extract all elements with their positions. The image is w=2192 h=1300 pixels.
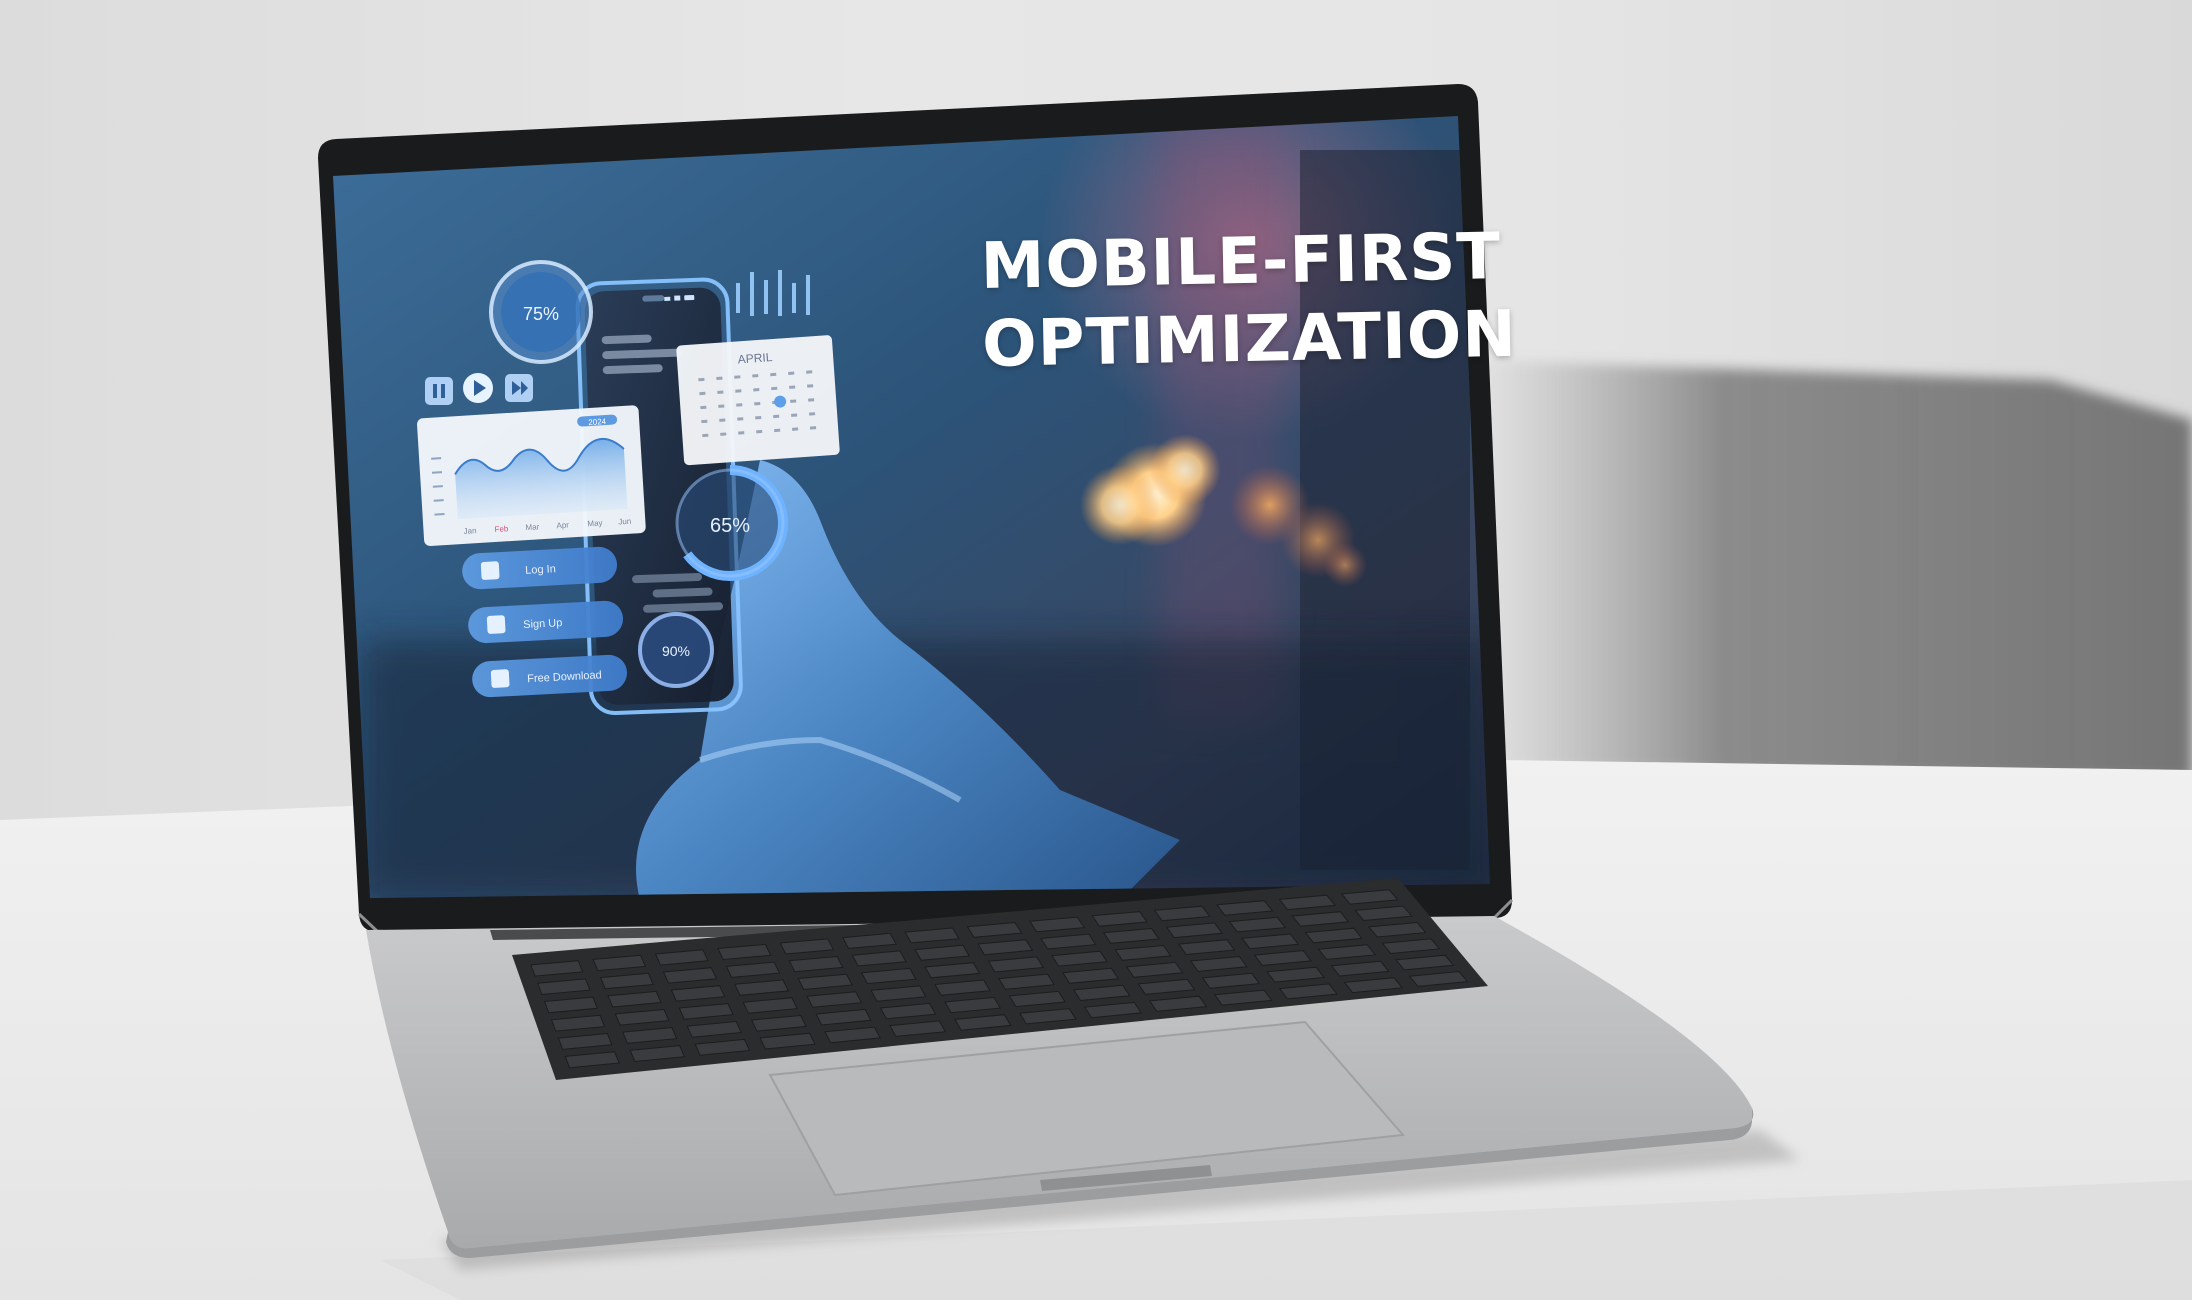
calendar-day (737, 417, 744, 421)
chart-month-label: Jan (463, 526, 476, 536)
calendar-day (698, 377, 705, 382)
calendar-day (809, 426, 817, 430)
gauge-65: 65% (672, 465, 788, 581)
calendar-day (808, 398, 815, 402)
headline-line-2: OPTIMIZATION (981, 297, 1518, 382)
calendar-day (753, 388, 760, 392)
pause-icon (425, 377, 453, 405)
chart-month-label: Feb (494, 524, 509, 534)
calendar-day (701, 419, 708, 424)
calendar-day (736, 403, 743, 407)
calendar-day (699, 391, 706, 396)
calendar-day (700, 405, 707, 410)
gauge-75-label: 75% (523, 304, 559, 324)
calendar-day (752, 374, 759, 378)
laptop-scene: 75% 2024 Jan Feb Mar Apr May Jun APRIL 6… (0, 84, 2192, 1300)
calendar-day (719, 418, 726, 422)
calendar-day (735, 389, 742, 393)
calendar-day (754, 401, 761, 406)
gauge-90: 90% (638, 612, 714, 688)
calendar-day (756, 429, 763, 434)
calendar-day (806, 370, 813, 374)
calendar-card: APRIL (676, 335, 840, 466)
chart-month-label: Jun (618, 517, 631, 527)
gauge-75: 75% (489, 260, 593, 364)
calendar-day (789, 385, 796, 389)
calendar-day (807, 384, 814, 388)
signal-icon (664, 296, 671, 302)
wifi-icon (674, 295, 681, 301)
overlay-buttons: Log In Sign Up Free Download (462, 546, 628, 698)
chart-month-label: May (587, 518, 603, 528)
headline-line-1: MOBILE-FIRST (980, 220, 1502, 304)
calendar-day (716, 376, 723, 380)
media-controls (425, 373, 533, 405)
chart-month-label: Apr (556, 520, 569, 530)
gauge-65-label: 65% (710, 515, 750, 537)
screen-display: 75% 2024 Jan Feb Mar Apr May Jun APRIL 6… (333, 116, 1490, 898)
calendar-day (702, 433, 709, 438)
svg-text:Log In: Log In (525, 563, 556, 577)
calendar-day (774, 428, 781, 433)
chart-card: 2024 Jan Feb Mar Apr May Jun (417, 405, 646, 546)
svg-text:Sign Up: Sign Up (523, 617, 563, 631)
calendar-day (717, 390, 724, 394)
headline: MOBILE-FIRST OPTIMIZATION (980, 218, 1518, 384)
calendar-day (773, 414, 780, 419)
wall-shadow (1470, 360, 2192, 780)
calendar-day (792, 427, 799, 431)
calendar-day (718, 404, 725, 408)
calendar-day (790, 399, 797, 403)
calendar-day (755, 415, 762, 420)
gauge-90-label: 90% (662, 643, 690, 659)
calendar-day (788, 371, 795, 375)
calendar-day (791, 413, 798, 417)
calendar-day (720, 432, 727, 436)
calendar-month: APRIL (737, 350, 773, 366)
chart-badge: 2024 (588, 417, 607, 427)
calendar-day (808, 412, 816, 416)
calendar-day (771, 386, 778, 391)
battery-icon (684, 295, 695, 301)
calendar-day (770, 372, 777, 377)
chart-month-label: Mar (525, 522, 540, 532)
calendar-day (734, 375, 741, 379)
calendar-day (738, 431, 745, 435)
